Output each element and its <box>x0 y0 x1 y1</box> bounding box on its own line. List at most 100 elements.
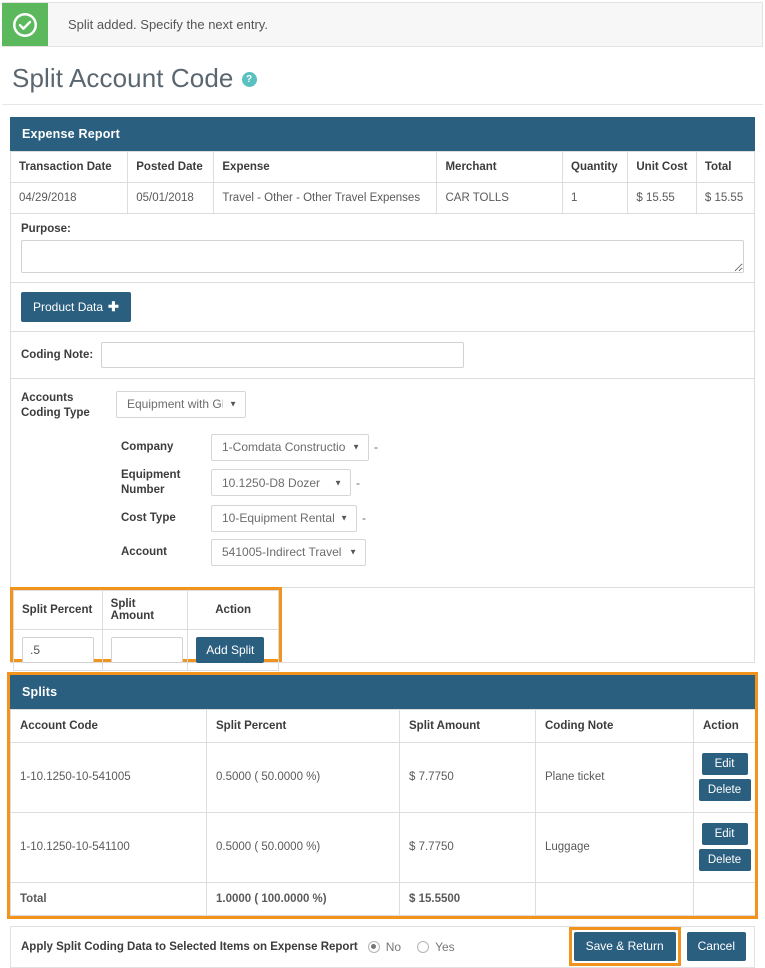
cancel-button[interactable]: Cancel <box>686 932 746 961</box>
radio-yes-label: Yes <box>435 939 455 954</box>
cell-coding-note: Luggage <box>535 811 694 883</box>
cell-expense: Travel - Other - Other Travel Expenses <box>213 182 438 214</box>
cell-total-label: Total <box>10 881 207 916</box>
cell-split-amount: $ 7.7750 <box>399 741 536 813</box>
col-posted-date: Posted Date <box>127 151 215 183</box>
company-select-wrap: 1-Comdata Construction ▼ <box>211 433 369 461</box>
cell-merchant: CAR TOLLS <box>436 182 564 214</box>
edit-button[interactable]: Edit <box>701 752 748 775</box>
cell-posted-date: 05/01/2018 <box>127 182 215 214</box>
equipment-number-label: Equipment Number <box>121 468 181 496</box>
coding-note-input[interactable] <box>101 341 465 368</box>
col-coding-note: Coding Note <box>535 708 694 743</box>
account-label: Account <box>121 545 167 558</box>
cell-total-action <box>693 881 756 916</box>
equipment-number-select[interactable]: 10.1250-D8 Dozer <box>211 469 351 497</box>
radio-no-label: No <box>385 939 402 954</box>
cell-coding-note: Plane ticket <box>535 741 694 813</box>
splits-table-header-row: Account Code Split Percent Split Amount … <box>10 708 756 743</box>
split-entry-row: Split Percent Split Amount Action .5 Add… <box>10 586 755 671</box>
apply-split-radio-group: No Yes <box>367 939 465 954</box>
page-title: Split Account Code <box>12 63 234 93</box>
edit-button[interactable]: Edit <box>701 822 748 845</box>
splits-heading: Splits <box>10 674 755 709</box>
split-entry-table: Split Percent Split Amount Action .5 Add… <box>13 589 279 671</box>
alert-message: Split added. Specify the next entry. <box>68 17 268 32</box>
cell-split-amount-input <box>101 628 189 671</box>
col-total: Total <box>695 151 756 183</box>
cell-split-amount: $ 7.7750 <box>399 811 536 883</box>
expense-table: Transaction Date Posted Date Expense Mer… <box>9 151 756 214</box>
check-circle-icon <box>13 12 37 37</box>
col-unit-cost: Unit Cost <box>627 151 697 183</box>
field-row-account: Account 541005-Indirect Travel ▼ <box>121 538 744 566</box>
cost-type-select-wrap: 10-Equipment Rental ▼ <box>211 504 357 532</box>
save-return-button[interactable]: Save & Return <box>573 932 676 961</box>
delete-button[interactable]: Delete <box>698 779 751 802</box>
col-expense: Expense <box>213 151 438 183</box>
cell-total-split-amount: $ 15.5500 <box>399 881 536 916</box>
radio-yes[interactable] <box>417 940 430 953</box>
cell-total-coding-note <box>535 881 694 916</box>
product-data-button[interactable]: Product Data ✚ <box>21 292 131 322</box>
product-data-label: Product Data <box>33 300 104 314</box>
accounts-coding-type-select[interactable]: Equipment with GL <box>116 390 246 418</box>
company-select[interactable]: 1-Comdata Construction <box>211 433 369 461</box>
cell-action: Edit Delete <box>693 811 756 883</box>
field-row-cost-type: Cost Type 10-Equipment Rental ▼ - <box>121 504 744 532</box>
accounts-coding-fields: Company 1-Comdata Construction ▼ - Equip… <box>21 433 744 566</box>
save-return-highlight: Save & Return <box>568 927 681 966</box>
page-title-bar: Split Account Code ? <box>2 47 763 105</box>
cell-action: Edit Delete <box>693 741 756 813</box>
col-action: Action <box>693 708 756 743</box>
cell-split-percent-input <box>13 628 103 671</box>
split-entry-highlight: Split Percent Split Amount Action .5 Add… <box>10 586 282 671</box>
company-label: Company <box>121 440 174 453</box>
delete-button[interactable]: Delete <box>698 849 751 872</box>
col-split-percent: Split Percent <box>13 589 103 630</box>
col-action: Action <box>187 589 279 630</box>
col-merchant: Merchant <box>436 151 564 183</box>
accounts-coding-block: Accounts Coding Type Equipment with GL ▼… <box>10 378 755 588</box>
splits-panel: Splits Account Code Split Percent Split … <box>7 671 758 919</box>
add-split-button[interactable]: Add Split <box>196 636 265 663</box>
field-row-equipment-number: Equipment Number 10.1250-D8 Dozer ▼ - <box>121 468 744 498</box>
equipment-number-select-wrap: 10.1250-D8 Dozer ▼ <box>211 469 351 497</box>
cell-add-split: Add Split <box>187 628 279 671</box>
cost-type-separator: - <box>362 511 366 525</box>
alert-icon-container <box>2 3 48 46</box>
field-row-company: Company 1-Comdata Construction ▼ - <box>121 433 744 461</box>
account-select[interactable]: 541005-Indirect Travel <box>211 538 366 566</box>
col-split-amount: Split Amount <box>399 708 536 743</box>
coding-note-row: Coding Note: <box>10 331 755 379</box>
split-amount-input[interactable] <box>110 636 183 663</box>
cell-quantity: 1 <box>562 182 629 214</box>
table-row: 1-10.1250-10-541005 0.5000 ( 50.0000 %) … <box>10 741 756 813</box>
plus-icon: ✚ <box>108 299 119 314</box>
equipment-number-separator: - <box>356 475 360 490</box>
footer-bar: Apply Split Coding Data to Selected Item… <box>10 925 755 968</box>
cell-account-code: 1-10.1250-10-541005 <box>10 741 207 813</box>
purpose-textarea[interactable] <box>21 240 744 273</box>
cell-split-percent: 0.5000 ( 50.0000 %) <box>206 741 400 813</box>
table-row: 1-10.1250-10-541100 0.5000 ( 50.0000 %) … <box>10 811 756 883</box>
cell-total: $ 15.55 <box>695 182 756 214</box>
cell-transaction-date: 04/29/2018 <box>9 182 129 214</box>
purpose-row: Purpose: <box>10 214 755 283</box>
splits-total-row: Total 1.0000 ( 100.0000 %) $ 15.5500 <box>10 881 756 916</box>
split-entry-input-row: Add Split <box>13 628 279 671</box>
help-icon[interactable]: ? <box>241 72 257 87</box>
accounts-coding-type-row: Accounts Coding Type Equipment with GL ▼ <box>21 390 744 422</box>
radio-no[interactable] <box>367 940 380 953</box>
cost-type-select[interactable]: 10-Equipment Rental <box>211 504 357 532</box>
expense-report-panel: Expense Report Transaction Date Posted D… <box>9 117 756 671</box>
coding-note-label: Coding Note: <box>21 348 94 361</box>
col-account-code: Account Code <box>10 708 207 743</box>
product-data-row: Product Data ✚ <box>10 283 755 332</box>
col-split-amount: Split Amount <box>101 589 189 630</box>
footer-actions: Save & Return Cancel <box>568 927 746 966</box>
splits-table: Account Code Split Percent Split Amount … <box>10 708 756 916</box>
expense-report-heading: Expense Report <box>10 117 755 151</box>
success-alert: Split added. Specify the next entry. <box>2 2 763 47</box>
split-percent-input[interactable] <box>22 636 94 663</box>
